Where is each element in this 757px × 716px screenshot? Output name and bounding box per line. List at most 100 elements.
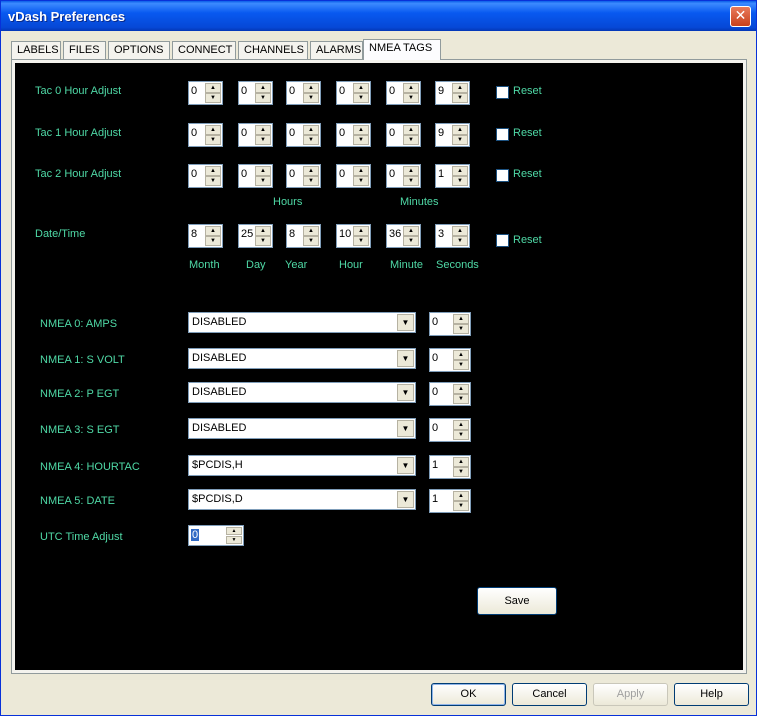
spin-down-icon[interactable]: ▼ — [453, 324, 469, 334]
spin-up-icon[interactable]: ▲ — [452, 125, 468, 135]
datetime-spinner-1[interactable]: 25 ▲ ▼ — [238, 224, 273, 248]
spin-down-icon[interactable]: ▼ — [353, 236, 369, 246]
tab-files[interactable]: FILES — [63, 41, 106, 59]
chevron-down-icon[interactable]: ▼ — [397, 420, 414, 437]
spin-up-icon[interactable]: ▲ — [255, 166, 271, 176]
spin-down-icon[interactable]: ▼ — [403, 176, 419, 186]
spin-up-icon[interactable]: ▲ — [353, 166, 369, 176]
spin-down-icon[interactable]: ▼ — [255, 93, 271, 103]
tac-2-spinner-1[interactable]: 0 ▲ ▼ — [238, 164, 273, 188]
tac-0-spinner-1[interactable]: 0 ▲ ▼ — [238, 81, 273, 105]
tab-nmea-tags[interactable]: NMEA TAGS — [363, 39, 441, 60]
nmea-5-spinner[interactable]: 1 ▲ ▼ — [429, 489, 471, 513]
spin-up-icon[interactable]: ▲ — [226, 527, 242, 535]
spin-up-icon[interactable]: ▲ — [255, 226, 271, 236]
nmea-2-dropdown[interactable]: DISABLED ▼ — [188, 382, 416, 403]
nmea-3-spinner[interactable]: 0 ▲ ▼ — [429, 418, 471, 442]
tac-1-spinner-2[interactable]: 0 ▲ ▼ — [286, 123, 321, 147]
chevron-down-icon[interactable]: ▼ — [397, 314, 414, 331]
nmea-1-dropdown[interactable]: DISABLED ▼ — [188, 348, 416, 369]
spin-down-icon[interactable]: ▼ — [255, 236, 271, 246]
nmea-0-spinner[interactable]: 0 ▲ ▼ — [429, 312, 471, 336]
chevron-down-icon[interactable]: ▼ — [397, 384, 414, 401]
tac-2-spinner-2[interactable]: 0 ▲ ▼ — [286, 164, 321, 188]
spin-up-icon[interactable]: ▲ — [255, 83, 271, 93]
spin-up-icon[interactable]: ▲ — [303, 83, 319, 93]
spin-up-icon[interactable]: ▲ — [303, 166, 319, 176]
tac-2-spinner-5[interactable]: 1 ▲ ▼ — [435, 164, 470, 188]
spin-down-icon[interactable]: ▼ — [403, 93, 419, 103]
tac-2-spinner-0[interactable]: 0 ▲ ▼ — [188, 164, 223, 188]
datetime-spinner-3[interactable]: 10 ▲ ▼ — [336, 224, 371, 248]
spin-down-icon[interactable]: ▼ — [452, 236, 468, 246]
spin-up-icon[interactable]: ▲ — [403, 83, 419, 93]
spin-up-icon[interactable]: ▲ — [453, 384, 469, 394]
spin-up-icon[interactable]: ▲ — [452, 166, 468, 176]
spin-up-icon[interactable]: ▲ — [403, 166, 419, 176]
spin-down-icon[interactable]: ▼ — [205, 236, 221, 246]
tac-1-spinner-0[interactable]: 0 ▲ ▼ — [188, 123, 223, 147]
spin-up-icon[interactable]: ▲ — [353, 125, 369, 135]
spin-down-icon[interactable]: ▼ — [255, 135, 271, 145]
spin-up-icon[interactable]: ▲ — [403, 226, 419, 236]
nmea-4-dropdown[interactable]: $PCDIS,H ▼ — [188, 455, 416, 476]
datetime-spinner-2[interactable]: 8 ▲ ▼ — [286, 224, 321, 248]
spin-down-icon[interactable]: ▼ — [255, 176, 271, 186]
tab-alarms[interactable]: ALARMS — [310, 41, 363, 59]
tac-0-spinner-2[interactable]: 0 ▲ ▼ — [286, 81, 321, 105]
spin-down-icon[interactable]: ▼ — [303, 135, 319, 145]
tac-0-spinner-4[interactable]: 0 ▲ ▼ — [386, 81, 421, 105]
spin-up-icon[interactable]: ▲ — [453, 491, 469, 501]
spin-up-icon[interactable]: ▲ — [303, 226, 319, 236]
nmea-2-spinner[interactable]: 0 ▲ ▼ — [429, 382, 471, 406]
tac-0-spinner-3[interactable]: 0 ▲ ▼ — [336, 81, 371, 105]
tac-0-spinner-0[interactable]: 0 ▲ ▼ — [188, 81, 223, 105]
tac-1-spinner-4[interactable]: 0 ▲ ▼ — [386, 123, 421, 147]
spin-down-icon[interactable]: ▼ — [453, 430, 469, 440]
spin-up-icon[interactable]: ▲ — [452, 226, 468, 236]
nmea-1-spinner[interactable]: 0 ▲ ▼ — [429, 348, 471, 372]
tac-1-reset-checkbox[interactable] — [496, 128, 509, 141]
spin-down-icon[interactable]: ▼ — [353, 93, 369, 103]
datetime-reset-checkbox[interactable] — [496, 234, 509, 247]
spin-up-icon[interactable]: ▲ — [353, 226, 369, 236]
utc-adjust-spinner[interactable]: 0 ▲ ▼ — [188, 525, 244, 546]
spin-down-icon[interactable]: ▼ — [452, 135, 468, 145]
spin-down-icon[interactable]: ▼ — [403, 135, 419, 145]
tac-1-spinner-5[interactable]: 9 ▲ ▼ — [435, 123, 470, 147]
spin-down-icon[interactable]: ▼ — [453, 467, 469, 477]
datetime-spinner-4[interactable]: 36 ▲ ▼ — [386, 224, 421, 248]
tac-1-spinner-3[interactable]: 0 ▲ ▼ — [336, 123, 371, 147]
cancel-button[interactable]: Cancel — [512, 683, 587, 706]
title-bar[interactable]: vDash Preferences ✕ — [1, 1, 756, 31]
nmea-4-spinner[interactable]: 1 ▲ ▼ — [429, 455, 471, 479]
spin-up-icon[interactable]: ▲ — [205, 83, 221, 93]
spin-down-icon[interactable]: ▼ — [205, 176, 221, 186]
spin-down-icon[interactable]: ▼ — [453, 501, 469, 511]
spin-down-icon[interactable]: ▼ — [205, 135, 221, 145]
spin-up-icon[interactable]: ▲ — [205, 166, 221, 176]
close-button[interactable]: ✕ — [730, 6, 751, 27]
nmea-5-dropdown[interactable]: $PCDIS,D ▼ — [188, 489, 416, 510]
tab-channels[interactable]: CHANNELS — [238, 41, 308, 59]
nmea-0-dropdown[interactable]: DISABLED ▼ — [188, 312, 416, 333]
spin-up-icon[interactable]: ▲ — [403, 125, 419, 135]
tac-2-spinner-3[interactable]: 0 ▲ ▼ — [336, 164, 371, 188]
datetime-spinner-0[interactable]: 8 ▲ ▼ — [188, 224, 223, 248]
spin-up-icon[interactable]: ▲ — [255, 125, 271, 135]
tac-2-reset-checkbox[interactable] — [496, 169, 509, 182]
spin-up-icon[interactable]: ▲ — [453, 314, 469, 324]
spin-up-icon[interactable]: ▲ — [453, 420, 469, 430]
tab-options[interactable]: OPTIONS — [108, 41, 170, 59]
tab-labels[interactable]: LABELS — [11, 41, 61, 59]
nmea-3-dropdown[interactable]: DISABLED ▼ — [188, 418, 416, 439]
tac-2-spinner-4[interactable]: 0 ▲ ▼ — [386, 164, 421, 188]
tac-1-spinner-1[interactable]: 0 ▲ ▼ — [238, 123, 273, 147]
spin-up-icon[interactable]: ▲ — [205, 125, 221, 135]
spin-up-icon[interactable]: ▲ — [303, 125, 319, 135]
ok-button[interactable]: OK — [431, 683, 506, 706]
chevron-down-icon[interactable]: ▼ — [397, 350, 414, 367]
spin-down-icon[interactable]: ▼ — [453, 394, 469, 404]
chevron-down-icon[interactable]: ▼ — [397, 491, 414, 508]
apply-button[interactable]: Apply — [593, 683, 668, 706]
